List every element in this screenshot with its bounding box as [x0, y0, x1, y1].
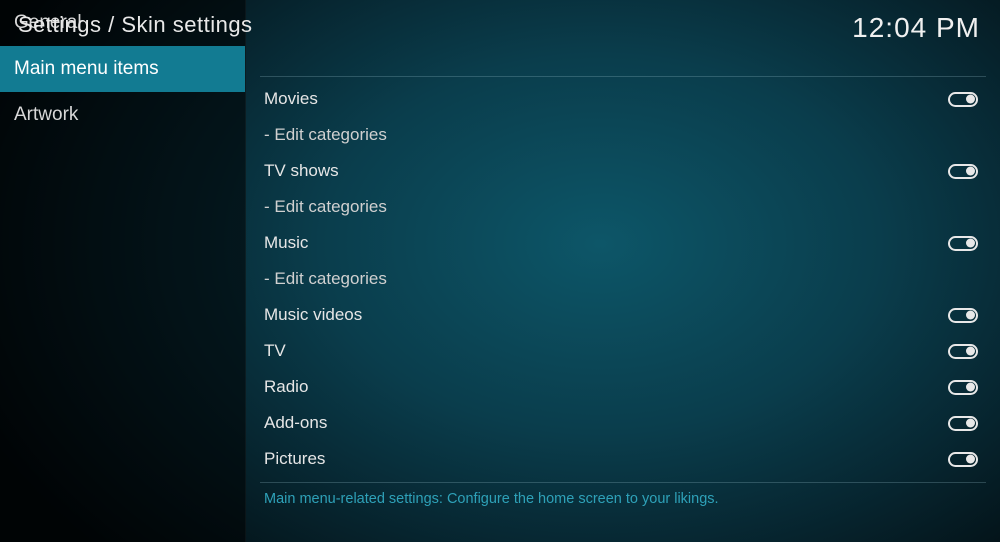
setting-label: Music videos: [264, 305, 362, 325]
setting-row[interactable]: Movies: [246, 81, 1000, 117]
setting-row[interactable]: - Edit categories: [246, 117, 1000, 153]
setting-label: Movies: [264, 89, 318, 109]
setting-label: - Edit categories: [264, 125, 387, 145]
header: Settings / Skin settings 12:04 PM: [0, 0, 1000, 50]
footer-help-text: Main menu-related settings: Configure th…: [264, 491, 982, 507]
main-panel: Movies - Edit categories TV shows - Edit ca…: [246, 76, 1000, 542]
toggle[interactable]: [948, 308, 978, 323]
setting-row[interactable]: Add-ons: [246, 405, 1000, 441]
setting-row[interactable]: Music videos: [246, 297, 1000, 333]
setting-label: TV shows: [264, 161, 339, 181]
setting-row[interactable]: Music: [246, 225, 1000, 261]
toggle[interactable]: [948, 236, 978, 251]
body: Movies - Edit categories TV shows - Edit ca…: [0, 76, 1000, 542]
setting-row[interactable]: - Edit categories: [246, 189, 1000, 225]
setting-row[interactable]: TV: [246, 333, 1000, 369]
setting-row[interactable]: Radio: [246, 369, 1000, 405]
setting-row[interactable]: - Edit categories: [246, 261, 1000, 297]
toggle[interactable]: [948, 452, 978, 467]
setting-row[interactable]: Pictures: [246, 441, 1000, 477]
setting-label: Radio: [264, 377, 308, 397]
toggle[interactable]: [948, 92, 978, 107]
toggle[interactable]: [948, 416, 978, 431]
setting-label: - Edit categories: [264, 197, 387, 217]
setting-label: - Edit categories: [264, 269, 387, 289]
top-divider: [260, 76, 986, 77]
clock: 12:04 PM: [852, 12, 980, 44]
setting-label: TV: [264, 341, 286, 361]
settings-list: Movies - Edit categories TV shows - Edit ca…: [246, 81, 1000, 482]
footer: Main menu-related settings: Configure th…: [260, 482, 986, 542]
setting-row[interactable]: TV shows: [246, 153, 1000, 189]
setting-label: Pictures: [264, 449, 325, 469]
toggle[interactable]: [948, 380, 978, 395]
toggle[interactable]: [948, 164, 978, 179]
setting-label: Music: [264, 233, 308, 253]
setting-label: Add-ons: [264, 413, 327, 433]
toggle[interactable]: [948, 344, 978, 359]
breadcrumb: Settings / Skin settings: [18, 12, 253, 38]
